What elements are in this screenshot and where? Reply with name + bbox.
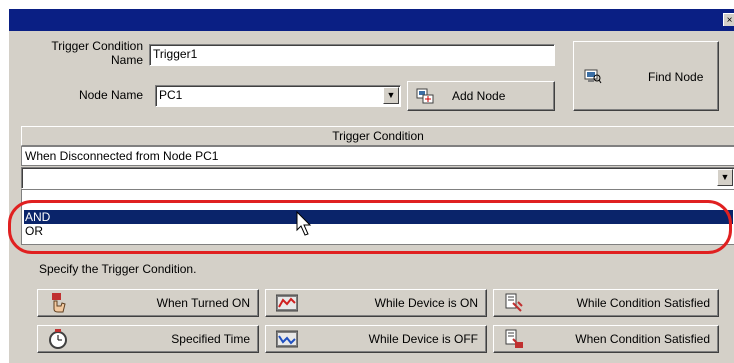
condition-satisfied-icon: [505, 293, 523, 312]
while-device-on-button[interactable]: While Device is ON: [265, 289, 487, 317]
node-name-dropdown[interactable]: PC1 ▼: [155, 85, 401, 107]
search-computer-icon: [584, 69, 602, 84]
device-off-icon: [276, 330, 298, 348]
trigger-name-label: Trigger Condition Name: [51, 39, 143, 67]
add-node-label: Add Node: [452, 89, 506, 103]
specified-time-button[interactable]: Specified Time: [37, 325, 259, 353]
while-device-off-label: While Device is OFF: [368, 332, 478, 346]
while-condition-satisfied-label: While Condition Satisfied: [576, 296, 710, 310]
device-on-icon: [276, 294, 298, 312]
trigger-condition-header: Trigger Condition: [21, 126, 734, 146]
logic-dropdown[interactable]: ▼: [21, 167, 734, 189]
while-device-off-button[interactable]: While Device is OFF: [265, 325, 487, 353]
when-turned-on-label: When Turned ON: [156, 296, 250, 310]
when-condition-satisfied-button[interactable]: When Condition Satisfied: [493, 325, 719, 353]
trigger-name-input[interactable]: Trigger1: [149, 44, 555, 66]
chevron-down-icon[interactable]: ▼: [383, 87, 399, 104]
node-name-value: PC1: [159, 88, 183, 102]
condition-met-icon: [505, 329, 523, 348]
condition-row[interactable]: When Disconnected from Node PC1: [21, 146, 734, 166]
when-condition-satisfied-label: When Condition Satisfied: [575, 332, 710, 346]
chevron-down-icon[interactable]: ▼: [717, 169, 733, 186]
close-button[interactable]: ×: [723, 13, 734, 26]
find-node-label: Find Node: [648, 70, 704, 84]
list-item-or[interactable]: OR: [24, 224, 733, 238]
specified-time-label: Specified Time: [171, 332, 250, 346]
list-item-and[interactable]: AND: [24, 210, 733, 224]
hand-press-icon: [52, 293, 66, 313]
while-condition-satisfied-button[interactable]: While Condition Satisfied: [493, 289, 719, 317]
logic-options-list: AND OR: [21, 189, 734, 245]
while-device-on-label: While Device is ON: [374, 296, 478, 310]
clock-icon: [49, 329, 67, 349]
node-name-label: Node Name: [78, 88, 143, 102]
specify-label: Specify the Trigger Condition.: [39, 262, 197, 276]
title-bar: ×: [9, 9, 734, 31]
find-node-button[interactable]: Find Node: [573, 41, 719, 111]
mouse-pointer-icon: [296, 211, 312, 236]
dialog-window: × Trigger Condition Name Trigger1 Node N…: [8, 8, 734, 363]
add-node-button[interactable]: Add Node: [407, 81, 555, 111]
when-turned-on-button[interactable]: When Turned ON: [37, 289, 259, 317]
add-node-icon: [416, 88, 434, 104]
